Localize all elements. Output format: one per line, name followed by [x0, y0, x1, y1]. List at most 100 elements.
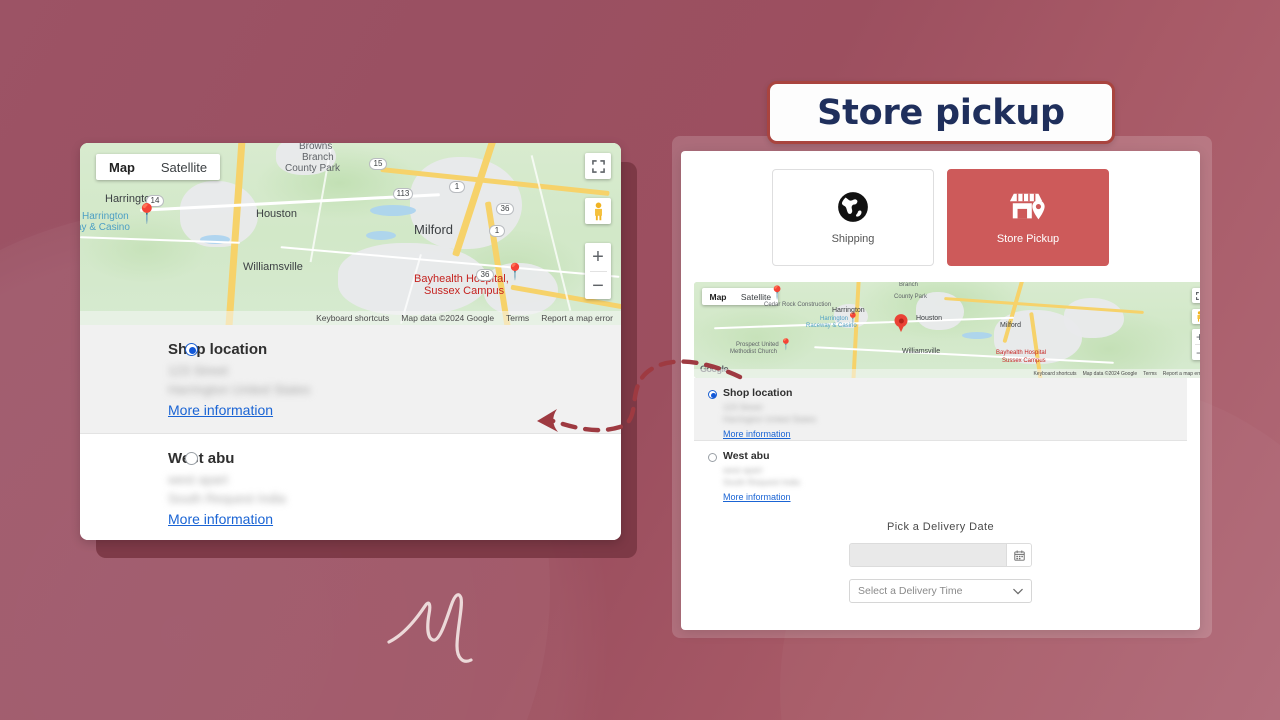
- map-label: Milford: [414, 222, 454, 237]
- map-report-error-link[interactable]: Report a map error: [541, 313, 613, 323]
- casino-poi-icon: 📍: [135, 204, 159, 225]
- decorative-signature-squiggle: [387, 593, 473, 663]
- page-title: Store pickup: [817, 92, 1065, 133]
- map-zoom-in-button[interactable]: +: [1192, 329, 1200, 344]
- map-label: Bayhealth Hospital,: [414, 273, 509, 285]
- map-label: Raceway & Casino: [806, 323, 857, 329]
- map-label: Harrington: [832, 307, 865, 314]
- map-route-shield: 1: [449, 181, 465, 193]
- location-more-information-link[interactable]: More information: [168, 511, 273, 527]
- location-item-west-abu[interactable]: West abu west apart South Request India …: [80, 434, 621, 540]
- location-item-west-abu[interactable]: West abu west apart South Request India …: [694, 441, 1187, 503]
- map-label: Williamsville: [243, 261, 303, 273]
- map-label: Houston: [256, 208, 297, 220]
- map-fullscreen-button[interactable]: [1192, 288, 1200, 303]
- delivery-time-selected-value: Select a Delivery Time: [858, 585, 963, 597]
- map-type-map[interactable]: Map: [96, 154, 148, 180]
- map-label: ay & Casino: [80, 222, 130, 233]
- map-zoom-in-button[interactable]: +: [585, 243, 611, 271]
- map-fullscreen-button[interactable]: [585, 153, 611, 179]
- location-address-line2: Harrington United States: [168, 382, 311, 397]
- map-route-shield: 113: [393, 188, 413, 200]
- map-label: Sussex Campus: [424, 285, 505, 297]
- location-address-line2: Harrington United States: [723, 414, 817, 424]
- map-poi-icon: 📍: [779, 339, 793, 351]
- street-view-pegman-icon: [1197, 311, 1200, 322]
- street-view-pegman-icon: [594, 202, 602, 220]
- store-pickup-method-label: Store Pickup: [996, 233, 1060, 245]
- location-more-information-link[interactable]: More information: [168, 402, 273, 418]
- map-route-shield: 36: [476, 269, 494, 281]
- delivery-date-field[interactable]: [849, 543, 1032, 567]
- location-address-line1: 123 Street: [723, 402, 763, 412]
- right-location-list: Shop location 123 Street Harrington Unit…: [694, 378, 1187, 503]
- map-poi-icon: 📍: [769, 285, 786, 300]
- delivery-date-calendar-button[interactable]: [1006, 544, 1031, 566]
- location-item-shop-location[interactable]: Shop location 123 Street Harrington Unit…: [694, 378, 1187, 440]
- chevron-down-icon: [1013, 588, 1023, 594]
- map-water: [366, 231, 396, 240]
- map-label: County Park: [285, 163, 341, 174]
- delivery-date-input[interactable]: [850, 544, 1006, 566]
- location-radio-unselected[interactable]: [185, 452, 198, 465]
- map-report-error-link[interactable]: Report a map error: [1163, 371, 1200, 377]
- map-label: Bayhealth Hospital: [996, 350, 1047, 356]
- map-label: Harrington: [820, 316, 849, 322]
- location-name: Shop location: [168, 341, 268, 358]
- shipping-method-label: Shipping: [831, 233, 875, 245]
- store-pickup-method-button[interactable]: Store Pickup: [947, 169, 1109, 266]
- map-zoom-out-button[interactable]: −: [585, 272, 611, 299]
- location-radio-selected[interactable]: [185, 343, 198, 356]
- map-label: Williamsville: [902, 348, 941, 355]
- map-terms-link[interactable]: Terms: [506, 313, 529, 323]
- location-address-line1: 123 Street: [168, 363, 228, 378]
- map-terms-link[interactable]: Terms: [1143, 371, 1157, 377]
- location-address-line1: west apart: [723, 465, 763, 475]
- delivery-date-row: [681, 543, 1200, 567]
- left-location-card: Map Satellite Browns Branch County Park …: [80, 143, 621, 540]
- right-map-widget[interactable]: Map Satellite 📍 📍 📍 Cedar Rock Construct…: [694, 282, 1200, 378]
- location-more-information-link[interactable]: More information: [723, 492, 791, 502]
- map-keyboard-shortcuts[interactable]: Keyboard shortcuts: [1033, 371, 1076, 377]
- location-more-information-link[interactable]: More information: [723, 429, 791, 439]
- location-address-line2: South Request India: [723, 477, 801, 487]
- left-location-list: Shop location 123 Street Harrington Unit…: [80, 325, 621, 540]
- screenshot-stage: Map Satellite Browns Branch County Park …: [0, 0, 1280, 720]
- map-zoom-controls[interactable]: + −: [585, 243, 611, 299]
- delivery-time-select[interactable]: Select a Delivery Time: [849, 579, 1032, 603]
- map-type-map[interactable]: Map: [702, 288, 734, 305]
- location-radio-selected[interactable]: [708, 390, 717, 399]
- map-route-shield: 1: [489, 225, 505, 237]
- location-radio-unselected[interactable]: [708, 453, 717, 462]
- map-zoom-controls[interactable]: + −: [1192, 329, 1200, 360]
- map-pegman-button[interactable]: [1192, 309, 1200, 324]
- map-pegman-button[interactable]: [585, 198, 611, 224]
- location-name: Shop location: [723, 387, 793, 399]
- storefront-pin-icon: [1009, 193, 1045, 220]
- calendar-icon: [1013, 549, 1025, 561]
- map-label: Houston: [916, 315, 943, 322]
- map-keyboard-shortcuts[interactable]: Keyboard shortcuts: [316, 313, 389, 323]
- map-water: [962, 332, 992, 339]
- location-name: West abu: [723, 450, 770, 462]
- map-data-credit: Map data ©2024 Google: [401, 313, 495, 323]
- delivery-method-selector: Shipping Store Pickup: [681, 151, 1200, 266]
- map-zoom-out-button[interactable]: −: [1192, 345, 1200, 360]
- map-urban-area: [1064, 298, 1124, 338]
- location-address-line1: west apart: [168, 472, 228, 487]
- location-item-shop-location[interactable]: Shop location 123 Street Harrington Unit…: [80, 325, 621, 433]
- map-label: Browns: [299, 143, 333, 152]
- map-label: Harrington: [82, 211, 129, 222]
- map-route-shield: 15: [369, 158, 387, 170]
- map-attribution-bar: Keyboard shortcuts Map data ©2024 Google…: [80, 311, 621, 325]
- map-water: [370, 205, 416, 216]
- map-data-credit: Map data ©2024 Google: [1082, 370, 1138, 377]
- map-label: Prospect United: [736, 342, 779, 348]
- shipping-method-button[interactable]: Shipping: [772, 169, 934, 266]
- store-pickup-panel: Shipping Store Pickup Map Satellite 📍 📍 …: [681, 151, 1200, 630]
- left-map-widget[interactable]: Map Satellite Browns Branch County Park …: [80, 143, 621, 325]
- page-title-badge: Store pickup: [767, 81, 1115, 144]
- map-type-satellite[interactable]: Satellite: [148, 154, 220, 180]
- map-label: Milford: [1000, 322, 1022, 329]
- map-type-toggle[interactable]: Map Satellite: [96, 154, 220, 180]
